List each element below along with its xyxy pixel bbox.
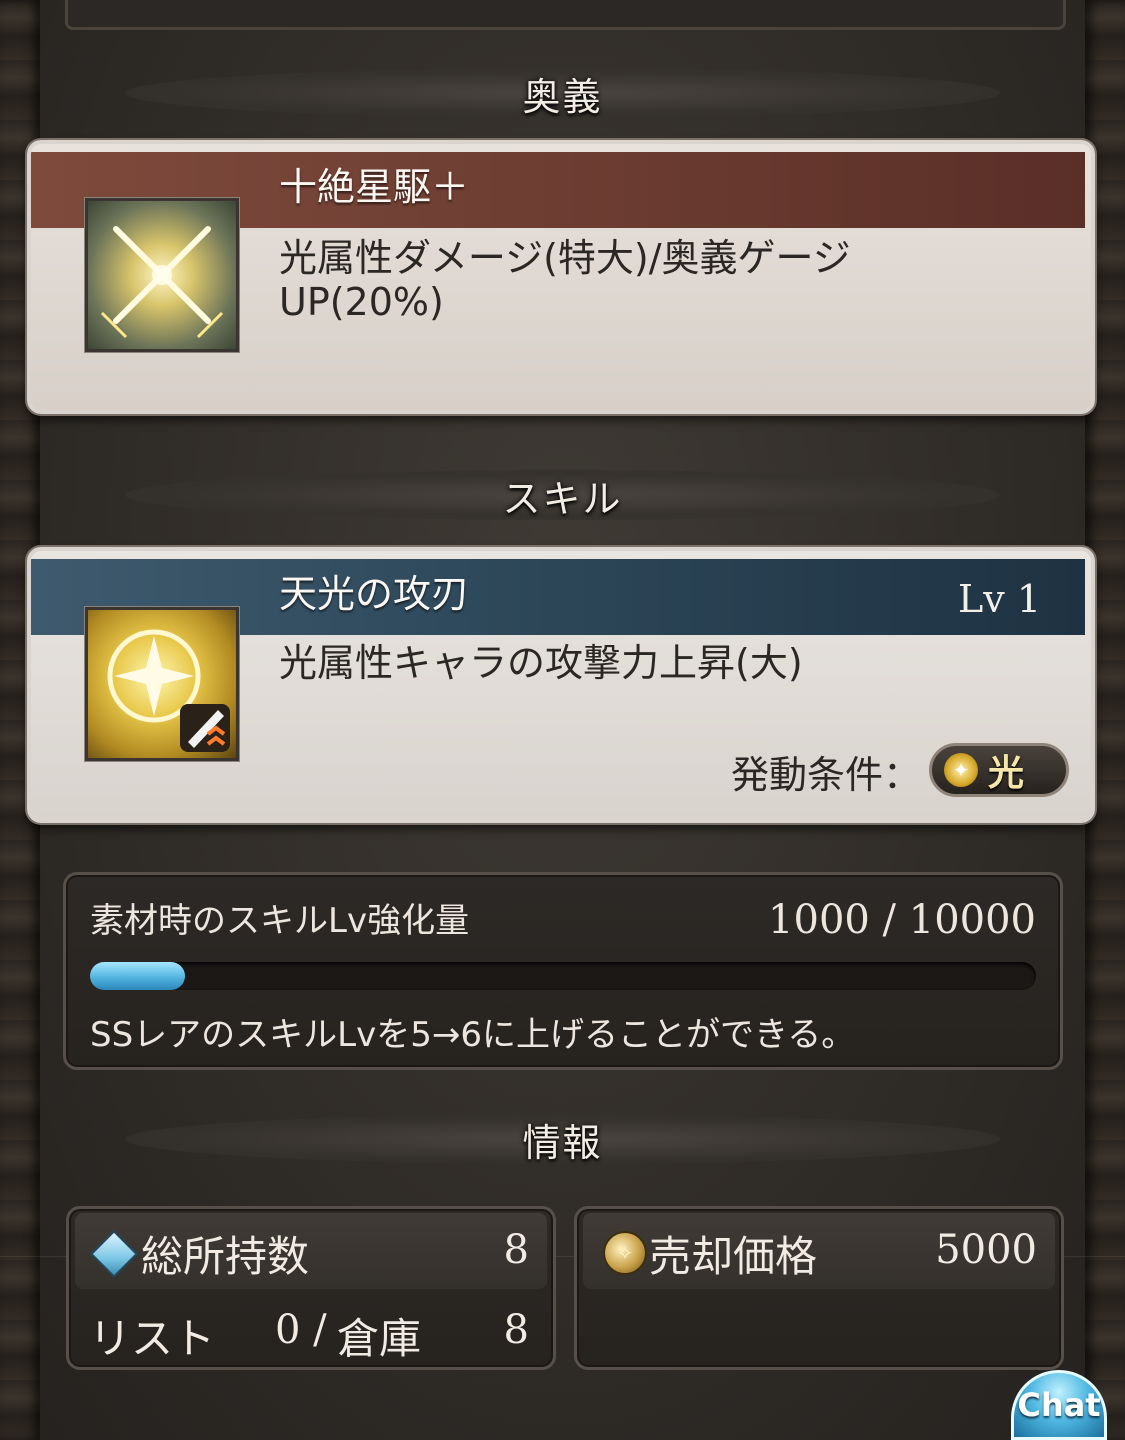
section-header-info: 情報 xyxy=(125,1114,1000,1165)
ougi-card[interactable]: 十絶星駆＋ 光属性ダメージ(特大)/奥義ゲージUP(20%) xyxy=(27,140,1095,414)
ougi-name: 十絶星駆＋ xyxy=(279,165,470,209)
light-element-icon: ✦ xyxy=(944,753,978,787)
skill-lv-material-panel: 素材時のスキルLv強化量 1000 / 10000 SSレアのスキルLvを5→6… xyxy=(63,872,1063,1070)
sell-label: 売却価格 xyxy=(649,1232,818,1281)
section-title-info: 情報 xyxy=(522,1120,603,1165)
skill-lv-note: SSレアのスキルLvを5→6に上げることができる。 xyxy=(90,1015,856,1055)
sell-price-panel: ✧ 売却価格 5000 xyxy=(574,1206,1064,1370)
coin-icon: ✧ xyxy=(603,1231,647,1275)
storage-value: 8 xyxy=(503,1307,529,1353)
list-value: 0 / xyxy=(275,1307,327,1353)
storage-label: 倉庫 xyxy=(337,1314,422,1363)
top-panel-edge xyxy=(65,0,1066,30)
list-label: リスト xyxy=(89,1314,216,1363)
ougi-description: 光属性ダメージ(特大)/奥義ゲージUP(20%) xyxy=(279,236,851,324)
skill-lv-progress-bar xyxy=(90,962,1036,990)
section-header-ougi: 奥義 xyxy=(125,68,1000,119)
diamond-icon xyxy=(89,1229,139,1279)
section-title-ougi: 奥義 xyxy=(522,74,603,119)
section-title-skill: スキル xyxy=(502,476,623,521)
sell-row: ✧ 売却価格 5000 xyxy=(583,1213,1055,1289)
activation-condition-label: 発動条件： xyxy=(730,753,921,797)
owned-label: 総所持数 xyxy=(141,1232,310,1281)
sell-value: 5000 xyxy=(935,1227,1037,1273)
element-name: 光 xyxy=(988,753,1025,794)
owned-count-panel: 総所持数 8 リスト 0 / 倉庫 8 xyxy=(66,1206,556,1370)
owned-value: 8 xyxy=(503,1227,529,1273)
crossed-swords-icon xyxy=(85,198,239,352)
owned-row: 総所持数 8 xyxy=(75,1213,547,1289)
skill-lv-count: 1000 / 10000 xyxy=(768,897,1036,943)
skill-lv-progress-fill xyxy=(90,962,185,990)
section-header-skill: スキル xyxy=(125,470,1000,521)
skill-card[interactable]: 天光の攻刃 Lv 1 光属性キャラの攻撃力上昇(大) 発動条件： ✦ 光 xyxy=(27,547,1095,823)
skill-lv-label: 素材時のスキルLv強化量 xyxy=(90,901,470,941)
element-badge-light: ✦ 光 xyxy=(929,743,1069,797)
light-star-sword-icon xyxy=(85,607,239,761)
skill-level: Lv 1 xyxy=(958,577,1041,621)
skill-name: 天光の攻刃 xyxy=(279,572,470,616)
skill-description: 光属性キャラの攻撃力上昇(大) xyxy=(279,641,803,685)
